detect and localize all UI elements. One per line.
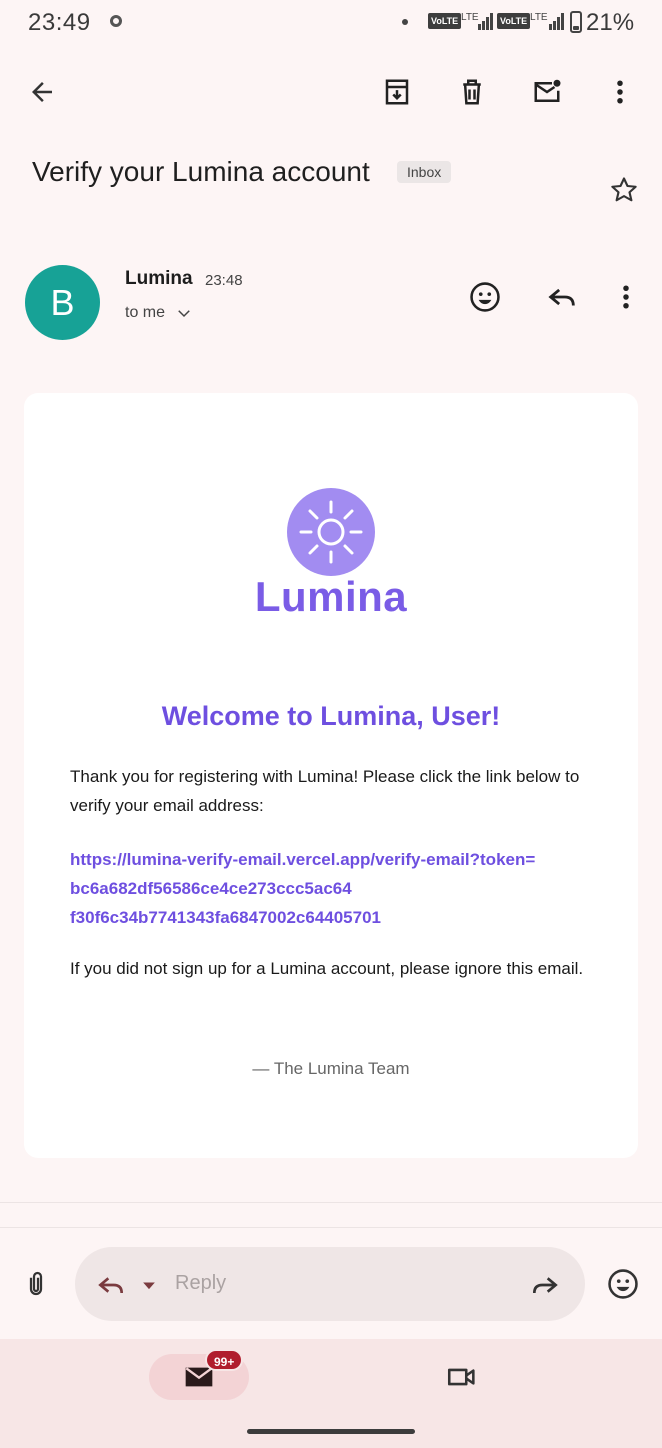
email-body-card: Lumina Welcome to Lumina, User! Thank yo… bbox=[24, 393, 638, 1158]
divider bbox=[0, 1227, 662, 1228]
signal-icon-2 bbox=[549, 13, 564, 30]
nav-meet-tab[interactable] bbox=[440, 1355, 484, 1399]
reply-button[interactable] bbox=[540, 275, 584, 319]
battery-percent: 21% bbox=[586, 9, 635, 36]
network-type: LTE bbox=[461, 12, 479, 23]
inbox-label-chip[interactable]: Inbox bbox=[397, 161, 452, 183]
sent-time: 23:48 bbox=[205, 272, 243, 289]
reply-compose-bar[interactable] bbox=[75, 1247, 585, 1321]
more-vert-icon bbox=[617, 80, 623, 104]
emoji-icon bbox=[470, 282, 500, 312]
more-vert-icon bbox=[623, 285, 629, 309]
intro-text: Thank you for registering with Lumina! P… bbox=[70, 767, 580, 815]
lumina-logo-sun-icon bbox=[287, 488, 375, 576]
status-time: 23:49 bbox=[28, 9, 91, 36]
archive-button[interactable] bbox=[375, 70, 419, 114]
emoji-icon bbox=[608, 1269, 638, 1299]
more-options-button[interactable] bbox=[598, 70, 642, 114]
home-indicator[interactable] bbox=[247, 1429, 415, 1434]
network-type-2: LTE bbox=[530, 12, 548, 23]
forward-icon[interactable] bbox=[529, 1269, 561, 1301]
recipient-label: to me bbox=[125, 304, 166, 321]
attach-button[interactable] bbox=[14, 1262, 58, 1306]
email-subject: Verify your Lumina account bbox=[32, 156, 370, 187]
mark-unread-button[interactable] bbox=[525, 70, 569, 114]
battery-icon bbox=[570, 11, 582, 33]
archive-icon bbox=[385, 79, 409, 105]
delete-button[interactable] bbox=[450, 70, 494, 114]
welcome-heading: Welcome to Lumina, User! bbox=[161, 701, 501, 731]
bottom-navigation: 99+ bbox=[0, 1339, 662, 1448]
chevron-down-icon bbox=[178, 310, 190, 318]
sender-avatar[interactable]: B bbox=[25, 265, 100, 340]
signal-icon bbox=[478, 13, 493, 30]
brand-name: Lumina bbox=[254, 573, 408, 620]
recipient-details-toggle[interactable]: to me bbox=[125, 304, 193, 322]
paperclip-icon bbox=[29, 1271, 43, 1296]
sync-indicator-icon bbox=[110, 15, 122, 27]
message-more-button[interactable] bbox=[604, 275, 648, 319]
divider bbox=[0, 1202, 662, 1203]
mail-unread-icon bbox=[534, 79, 561, 102]
verify-email-link[interactable]: https://lumina-verify-email.vercel.app/v… bbox=[70, 845, 610, 932]
sender-name: Lumina bbox=[125, 268, 193, 289]
reply-icon bbox=[98, 1277, 123, 1294]
signoff: — The Lumina Team bbox=[252, 1059, 410, 1078]
ignore-note: If you did not sign up for a Lumina acco… bbox=[70, 959, 584, 978]
arrow-back-icon bbox=[32, 82, 52, 102]
star-button[interactable] bbox=[604, 170, 644, 210]
unread-count-badge: 99+ bbox=[205, 1349, 244, 1371]
notification-dot-icon bbox=[402, 19, 408, 25]
video-camera-icon bbox=[447, 1368, 475, 1386]
add-reaction-button[interactable] bbox=[463, 275, 507, 319]
volte-badge-2: VoLTE bbox=[497, 13, 531, 29]
reply-placeholder[interactable]: Reply bbox=[175, 1272, 226, 1295]
status-bar: 23:49 VoLTE LTE VoLTE LTE 21% bbox=[0, 0, 662, 48]
caret-down-icon[interactable] bbox=[139, 1275, 159, 1295]
volte-badge: VoLTE bbox=[428, 13, 462, 29]
trash-icon bbox=[463, 79, 481, 105]
reply-icon bbox=[548, 288, 575, 306]
emoji-button[interactable] bbox=[601, 1262, 645, 1306]
back-button[interactable] bbox=[20, 70, 64, 114]
star-icon bbox=[611, 177, 637, 202]
